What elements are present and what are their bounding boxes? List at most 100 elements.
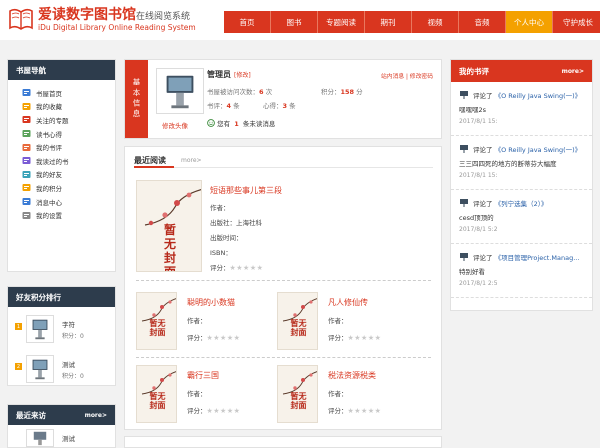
friend-name[interactable]: 测试 xyxy=(62,359,75,369)
user-avatar[interactable] xyxy=(156,68,204,114)
no-cover-text: 暂无封面 xyxy=(149,318,166,337)
visitor-name[interactable]: 测试 xyxy=(62,433,75,443)
friend-rank-row[interactable]: 2 测试 积分：0 xyxy=(8,353,115,387)
book-title[interactable]: 霸行三国 xyxy=(187,370,219,381)
review-count-unit: 条 xyxy=(233,102,240,110)
points-value: 158 xyxy=(340,88,355,96)
points-icon xyxy=(22,183,31,192)
review-item[interactable]: 评论了 《列宁选集（2）》 cesd顶顶的 2017/8/1 5:2 xyxy=(451,190,592,244)
no-cover-text: 暂无封面 xyxy=(290,318,307,337)
review-date: 2017/8/1 15: xyxy=(459,172,498,179)
edit-profile-link[interactable]: [修改] xyxy=(234,72,251,79)
sidebar-item-3[interactable]: 关注的专题 xyxy=(22,113,115,127)
book-read-icon xyxy=(22,156,31,165)
review-verb: 评论了 xyxy=(473,92,493,100)
review-book-link[interactable]: 《O Reilly Java Swing(一)》 xyxy=(495,92,582,100)
nav-item-2[interactable]: 图书 xyxy=(271,11,318,33)
review-item[interactable]: 评论了 《O Reilly Java Swing(一)》 嘿嘿嘿2s 2017/8/… xyxy=(451,82,592,136)
friend-name[interactable]: 字符 xyxy=(62,319,75,329)
unread-message-notice[interactable]: 您有 1 条未读消息 xyxy=(207,118,275,128)
sidebar-item-7[interactable]: 我的好友 xyxy=(22,168,115,182)
rating-label: 评分： xyxy=(187,334,207,342)
sidebar-item-10[interactable]: 我的设置 xyxy=(22,208,115,222)
friend-avatar[interactable] xyxy=(26,315,54,343)
nav-item-7[interactable]: 个人中心 xyxy=(506,11,553,33)
visitor-avatar[interactable] xyxy=(26,429,54,447)
review-header: 评论了 《列宁选集（2）》 xyxy=(473,198,547,208)
book-title-main[interactable]: 短语那些事儿第三段 xyxy=(210,185,282,196)
sidebar-item-label: 书屋首页 xyxy=(36,89,62,98)
visit-count-unit: 次 xyxy=(265,88,273,96)
recent-visitors-more-link[interactable]: more> xyxy=(85,412,107,419)
sidebar-item-8[interactable]: 我的积分 xyxy=(22,181,115,195)
rating-stars: ★★★★★ xyxy=(229,264,264,272)
book-title[interactable]: 税法资源税类 xyxy=(328,370,376,381)
book-author: 作者： xyxy=(187,317,207,325)
review-item[interactable]: 评论了 《项目管理Project.Manag... 特别好看 2017/8/1 2:… xyxy=(451,244,592,298)
sidebar-item-4[interactable]: 读书心得 xyxy=(22,127,115,141)
nav-item-3[interactable]: 专题阅读 xyxy=(318,11,365,33)
book-cover-main[interactable]: 暂无封面 xyxy=(136,180,202,272)
notes-count-value: 3 xyxy=(282,102,288,110)
book-cover[interactable]: 暂无封面 xyxy=(136,365,177,423)
change-avatar-link[interactable]: 修改头像 xyxy=(162,120,188,130)
sidebar-item-1[interactable]: 书屋首页 xyxy=(22,86,115,100)
sidebar-item-9[interactable]: 消息中心 xyxy=(22,195,115,209)
nav-item-5[interactable]: 视频 xyxy=(412,11,459,33)
book-cover[interactable]: 暂无封面 xyxy=(277,365,318,423)
recent-reading-more-link[interactable]: more> xyxy=(181,157,202,164)
review-book-link[interactable]: 《项目管理Project.Manag... xyxy=(495,254,580,262)
nav-item-8[interactable]: 守护成长 xyxy=(553,11,600,33)
recent-reading-title: 最近阅读 xyxy=(134,156,166,165)
book-author: 作者： xyxy=(328,317,348,325)
rating-stars: ★★★★★ xyxy=(206,407,241,415)
book-rating-main: 评分：★★★★★ xyxy=(210,262,263,272)
recent-visitors-title: 最近来访 more> xyxy=(8,405,115,425)
review-verb: 评论了 xyxy=(473,200,493,208)
book-rating: 评分：★★★★★ xyxy=(187,405,240,415)
app-title-en: iDu Digital Library Online Reading Syste… xyxy=(38,23,196,32)
app-subtitle: 在线阅览系统 xyxy=(136,12,191,22)
app-title: 爱读数字图书馆在线阅览系统 xyxy=(38,4,190,24)
review-book-link[interactable]: 《O Reilly Java Swing(一)》 xyxy=(495,146,582,154)
sidebar-item-6[interactable]: 我读过的书 xyxy=(22,154,115,168)
sidebar-item-label: 我的设置 xyxy=(36,212,62,221)
review-header: 评论了 《O Reilly Java Swing(一)》 xyxy=(473,144,581,154)
smile-icon xyxy=(207,119,215,127)
friend-avatar[interactable] xyxy=(26,355,54,383)
review-content: 三三四四死的地方的断蒂芬大幅度 xyxy=(459,160,557,168)
message-password-links[interactable]: 站内消息 | 修改密码 xyxy=(381,71,433,80)
kiosk-avatar-icon xyxy=(460,91,468,99)
kiosk-avatar-icon xyxy=(33,431,47,446)
points-label: 积分： xyxy=(321,88,341,96)
friend-rank-row[interactable]: 1 字符 积分：0 xyxy=(8,313,115,347)
review-item[interactable]: 评论了 《O Reilly Java Swing(一)》三三四四死的地方的断蒂芬… xyxy=(451,136,592,190)
no-cover-text: 暂无封面 xyxy=(290,391,307,410)
sidebar-item-5[interactable]: 我的书评 xyxy=(22,140,115,154)
sidebar-item-2[interactable]: 我的收藏 xyxy=(22,100,115,114)
visitor-row[interactable]: 测试 xyxy=(8,425,115,447)
book-cover[interactable]: 暂无封面 xyxy=(136,292,177,350)
my-reviews-title-text: 我的书评 xyxy=(459,66,489,76)
review-header: 评论了 《O Reilly Java Swing(一)》 xyxy=(473,90,581,100)
nav-item-4[interactable]: 期刊 xyxy=(365,11,412,33)
sidebar-item-label: 我的书评 xyxy=(36,144,62,153)
recent-visitors-panel: 最近来访 more> 测试 xyxy=(7,404,116,448)
book-cover[interactable]: 暂无封面 xyxy=(277,292,318,350)
rank-number: 1 xyxy=(15,323,22,330)
review-book-link[interactable]: 《列宁选集（2）》 xyxy=(495,200,548,208)
section-divider-accent xyxy=(134,166,174,168)
sidebar-item-label: 我读过的书 xyxy=(36,157,69,166)
points-unit: 分 xyxy=(356,88,363,96)
sidebar-item-label: 我的积分 xyxy=(36,184,62,193)
book-author-main: 作者： xyxy=(210,204,230,212)
book-author: 作者： xyxy=(328,390,348,398)
review-count-stat: 书评：4 条 xyxy=(207,100,240,110)
my-reviews-panel: 我的书评 more> 评论了 《O Reilly Java Swing(一)》 嘿嘿… xyxy=(450,59,593,311)
book-title[interactable]: 凡人修仙传 xyxy=(328,297,368,308)
nav-item-1[interactable]: 首页 xyxy=(224,11,271,33)
nav-item-6[interactable]: 音频 xyxy=(459,11,506,33)
my-reviews-more-link[interactable]: more> xyxy=(562,68,584,75)
logo[interactable]: 爱读数字图书馆在线阅览系统 iDu Digital Library Online… xyxy=(8,4,208,36)
book-title[interactable]: 聪明的小数猫 xyxy=(187,297,235,308)
